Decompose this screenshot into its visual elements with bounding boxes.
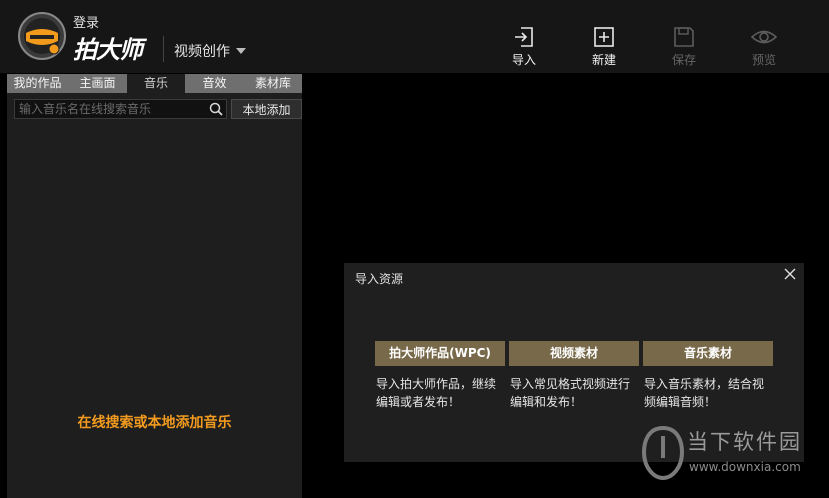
tab-my-works[interactable]: 我的作品	[7, 74, 68, 93]
mode-dropdown[interactable]: 视频创作	[174, 41, 246, 61]
add-local-button[interactable]: 本地添加	[231, 99, 302, 119]
empty-music-hint: 在线搜索或本地添加音乐	[77, 415, 232, 431]
close-icon[interactable]	[784, 268, 796, 280]
dialog-title: 导入资源	[355, 272, 404, 286]
preview-label: 预览	[751, 53, 776, 67]
watermark-logo-icon	[642, 426, 684, 480]
login-link[interactable]: 登录	[73, 12, 99, 31]
video-description: 导入常见格式视频进行编辑和发布！	[510, 377, 631, 409]
panel-tabs: 我的作品 主画面 音乐 音效 素材库	[7, 74, 302, 93]
watermark-url: www.downxia.com	[689, 460, 801, 474]
mode-label: 视频创作	[174, 44, 230, 60]
save-label: 保存	[671, 53, 696, 67]
app-brand-name: 拍大师	[73, 36, 143, 64]
top-toolbar: 登录 拍大师 视频创作 导入 新建 保存 预览	[0, 0, 829, 74]
search-icon[interactable]	[209, 102, 223, 116]
watermark: 当下软件园 www.downxia.com	[642, 424, 822, 486]
preview-eye-icon	[750, 30, 778, 44]
save-icon	[674, 27, 694, 47]
divider	[163, 36, 164, 62]
tab-sound-effects[interactable]: 音效	[185, 74, 244, 93]
import-label: 导入	[511, 53, 536, 67]
save-button[interactable]: 保存	[659, 26, 709, 68]
preview-button[interactable]: 预览	[739, 26, 789, 68]
caret-down-icon	[236, 48, 246, 54]
wpc-description: 导入拍大师作品，继续编辑或者发布！	[376, 377, 497, 409]
import-video-button[interactable]: 视频素材	[509, 341, 639, 366]
tab-main-screen[interactable]: 主画面	[68, 74, 127, 93]
watermark-name: 当下软件园	[687, 430, 802, 454]
new-button[interactable]: 新建	[579, 26, 629, 68]
tab-music[interactable]: 音乐	[127, 74, 185, 93]
import-music-button[interactable]: 音乐素材	[643, 341, 773, 366]
new-label: 新建	[591, 53, 616, 67]
music-search-input[interactable]	[15, 100, 211, 118]
tab-asset-library[interactable]: 素材库	[244, 74, 302, 93]
import-wpc-button[interactable]: 拍大师作品(WPC)	[375, 341, 505, 366]
music-description: 导入音乐素材，结合视频编辑音频！	[644, 377, 765, 409]
new-icon	[594, 27, 614, 47]
app-logo-icon	[18, 12, 66, 60]
left-panel: 我的作品 主画面 音乐 音效 素材库 本地添加 在线搜索或本地添加音乐	[7, 74, 302, 498]
music-search-box	[14, 99, 227, 119]
import-button[interactable]: 导入	[499, 26, 549, 68]
import-icon	[515, 27, 533, 47]
